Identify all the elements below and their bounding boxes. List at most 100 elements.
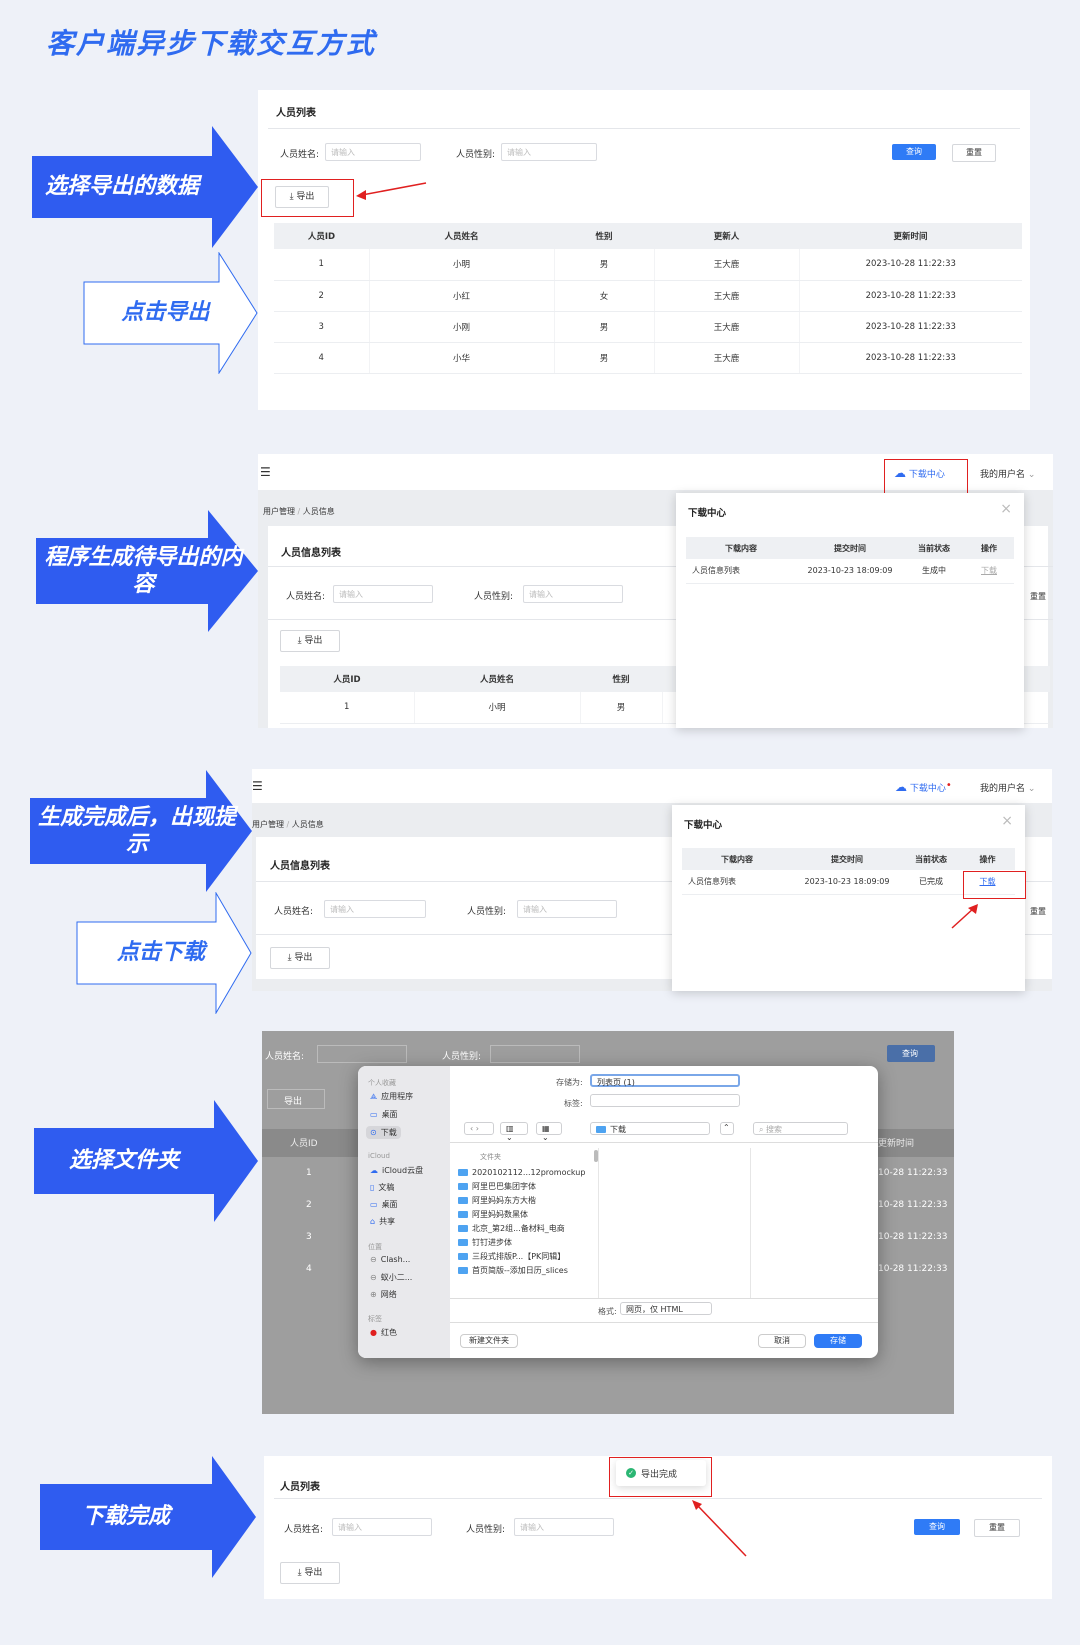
gender-input[interactable]: 请输入 — [501, 143, 597, 161]
pointer-arrow-1 — [356, 182, 427, 200]
highlight-toast — [609, 1457, 712, 1497]
reset-button[interactable]: 重置 — [974, 1519, 1020, 1537]
download-link-disabled: 下载 — [981, 566, 997, 576]
highlight-export — [261, 179, 354, 217]
close-icon[interactable]: × — [1000, 501, 1012, 517]
query-button[interactable]: 查询 — [892, 144, 936, 160]
list-title: 人员列表 — [276, 108, 316, 119]
location-select[interactable]: 下载 — [590, 1122, 710, 1135]
th-gender: 性别 — [554, 223, 654, 249]
document-icon: ▯ — [370, 1183, 375, 1192]
download-center-popup: 下载中心 × 下载内容 提交时间 当前状态 操作 人员信息列表 2023-10-… — [676, 493, 1024, 728]
sidebar-item-red-tag[interactable]: ● 红色 — [370, 1327, 397, 1338]
info-list-title: 人员信息列表 — [270, 861, 330, 872]
name-label: 人员姓名: — [286, 592, 326, 602]
list-item[interactable]: 北京_第2组...备材料_电商 — [458, 1222, 598, 1236]
export-button[interactable]: ⤓ 导出 — [280, 630, 340, 652]
list-item[interactable]: 钉钉进步体 — [458, 1236, 598, 1250]
list-item[interactable]: 三段式排版P...【PK同辑】 — [458, 1250, 598, 1264]
sidebar-item-shared[interactable]: ⌂ 共享 — [370, 1216, 395, 1227]
list-item[interactable]: 首页简版--添加日历_slices — [458, 1264, 598, 1278]
back-forward-buttons[interactable]: ‹ › — [464, 1122, 494, 1135]
new-folder-button[interactable]: 新建文件夹 — [460, 1334, 518, 1348]
cancel-button[interactable]: 取消 — [758, 1334, 806, 1348]
gender-label: 人员性别: — [467, 907, 507, 917]
format-select[interactable]: 网页，仅 HTML — [620, 1302, 712, 1315]
sidebar-item-apps[interactable]: ⟁ 应用程序 — [370, 1091, 413, 1102]
query-button[interactable]: 查询 — [914, 1519, 960, 1535]
sidebar-item-docs[interactable]: ▯ 文稿 — [370, 1182, 394, 1193]
menu-icon[interactable]: ☰ — [252, 779, 263, 793]
th-time: 更新时间 — [799, 223, 1022, 249]
reset-button[interactable]: 重置 — [1030, 591, 1046, 602]
shared-folder-icon: ⌂ — [370, 1217, 376, 1226]
highlight-download-center — [884, 459, 968, 497]
save-as-input[interactable]: 列表页 (1) — [590, 1074, 740, 1087]
cloud-download-icon: ☁ — [895, 780, 907, 794]
panel-step1: 人员列表 人员姓名: 请输入 人员性别: 请输入 查询 重置 ⤓ 导出 人员ID… — [258, 90, 1030, 410]
save-dialog: 个人收藏 ⟁ 应用程序 ▭ 桌面 ⊙ 下载 iCloud ☁ iCloud云盘 ▯ 文稿 … — [358, 1066, 878, 1358]
table-row: 1 小明男王大鹿 2023-10-28 11:22:33 — [274, 249, 1022, 281]
name-label: 人员姓名: — [280, 150, 320, 160]
user-menu[interactable]: 我的用户名 ⌄ — [980, 781, 1035, 794]
gender-input[interactable]: 请输入 — [514, 1518, 614, 1536]
chevron-down-icon: ⌄ — [1027, 784, 1036, 794]
export-button[interactable]: ⤓ 导出 — [270, 947, 330, 969]
red-dot-icon: ● — [370, 1328, 377, 1337]
name-input[interactable]: 请输入 — [332, 1518, 432, 1536]
desktop-icon: ▭ — [370, 1200, 378, 1209]
th-name: 人员姓名 — [369, 223, 554, 249]
view-columns-button[interactable]: ▥ ⌄ — [500, 1122, 528, 1142]
name-input[interactable]: 请输入 — [333, 585, 433, 603]
chevron-down-icon: ⌄ — [1027, 470, 1036, 480]
step-arrow-completed-notice: 生成完成后，出现提示 — [30, 770, 252, 892]
sidebar-item-downloads[interactable]: ⊙ 下载 — [366, 1126, 401, 1139]
th-updater: 更新人 — [654, 223, 799, 249]
user-menu[interactable]: 我的用户名 ⌄ — [980, 467, 1035, 480]
list-item[interactable]: 阿里妈妈数黑体 — [458, 1208, 598, 1222]
name-input[interactable]: 请输入 — [325, 143, 421, 161]
sidebar-item-network[interactable]: ⊕ 网络 — [370, 1289, 397, 1300]
table-row: 2 小红女王大鹿 2023-10-28 11:22:33 — [274, 280, 1022, 312]
th-id: 人员ID — [274, 223, 369, 249]
tags-input[interactable] — [590, 1094, 740, 1107]
menu-icon[interactable]: ☰ — [260, 465, 271, 479]
sidebar-item-clash[interactable]: ⊖ Clash... — [370, 1255, 410, 1264]
gender-label: 人员性别: — [466, 1525, 506, 1535]
close-icon[interactable]: × — [1001, 813, 1013, 829]
breadcrumb: 用户管理 / 人员信息 — [252, 820, 324, 829]
list-title: 人员列表 — [280, 1482, 320, 1493]
breadcrumb: 用户管理 / 人员信息 — [263, 507, 335, 516]
pointer-arrow-5 — [692, 1500, 747, 1557]
sidebar-item-icloud-drive[interactable]: ☁ iCloud云盘 — [370, 1165, 423, 1176]
list-item[interactable]: 阿里巴巴集团字体 — [458, 1180, 598, 1194]
gender-input[interactable]: 请输入 — [517, 900, 617, 918]
gender-input[interactable]: 请输入 — [523, 585, 623, 603]
view-grid-button[interactable]: ▦ ⌄ — [536, 1122, 562, 1142]
expand-button[interactable]: ⌃ — [720, 1122, 734, 1135]
sidebar-item-xiaoer[interactable]: ⊖ 蚁小二... — [370, 1272, 412, 1283]
step-arrow-click-download: 点击下载 — [76, 892, 252, 1014]
table-row: 3 小刚男王大鹿 2023-10-28 11:22:33 — [274, 311, 1022, 343]
list-item[interactable]: 2020102112...12promockup — [458, 1166, 598, 1180]
export-button[interactable]: ⤓ 导出 — [280, 1562, 340, 1584]
step-arrow-download-done: 下载完成 — [40, 1456, 256, 1578]
save-button[interactable]: 存储 — [814, 1334, 862, 1348]
reset-button[interactable]: 重置 — [1030, 906, 1046, 917]
search-field[interactable]: ⌕ 搜索 — [753, 1122, 848, 1135]
download-center-button[interactable]: ☁ 下载中心• — [895, 780, 952, 794]
step-arrow-click-export: 点击导出 — [83, 252, 258, 374]
list-item[interactable]: 阿里妈妈东方大楷 — [458, 1194, 598, 1208]
notification-dot: • — [945, 780, 952, 791]
desktop-icon: ▭ — [370, 1110, 378, 1119]
sidebar-item-desktop2[interactable]: ▭ 桌面 — [370, 1199, 398, 1210]
step-arrow-select-data: 选择导出的数据 — [32, 126, 258, 248]
folder-list: 2020102112...12promockup 阿里巴巴集团字体 阿里妈妈东方… — [458, 1166, 598, 1278]
name-input[interactable]: 请输入 — [324, 900, 426, 918]
page-title: 客户端异步下载交互方式 — [46, 27, 377, 60]
reset-button[interactable]: 重置 — [952, 144, 996, 162]
info-list-title: 人员信息列表 — [281, 548, 341, 559]
apps-icon: ⟁ — [370, 1091, 378, 1101]
scrollbar[interactable] — [594, 1150, 598, 1162]
sidebar-item-desktop[interactable]: ▭ 桌面 — [370, 1109, 398, 1120]
